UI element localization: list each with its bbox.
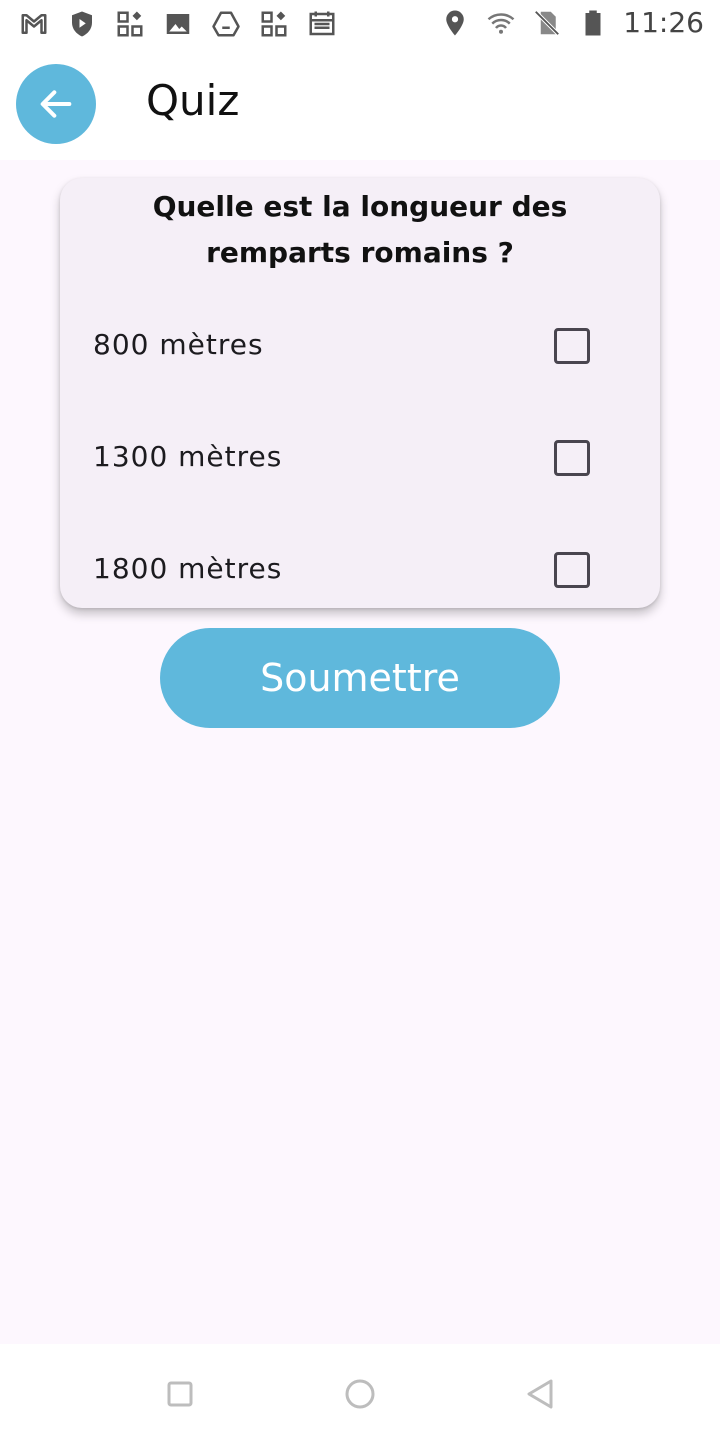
option-label: 1300 mètres	[93, 440, 283, 473]
question-card: Quelle est la longueur des remparts roma…	[60, 178, 660, 608]
calendar-icon	[306, 8, 338, 40]
wifi-icon	[485, 7, 517, 39]
shield-play-icon	[66, 8, 98, 40]
page-title: Quiz	[146, 76, 240, 125]
option-1800[interactable]: 1800 mètres	[60, 530, 660, 610]
status-time: 11:26	[623, 6, 704, 39]
location-icon	[439, 7, 471, 39]
back-button[interactable]	[16, 64, 96, 144]
back-triangle-icon[interactable]	[520, 1374, 560, 1414]
apps-icon-2	[258, 8, 290, 40]
option-checkbox[interactable]	[554, 440, 590, 476]
status-system-icons: 11:26	[439, 6, 704, 39]
option-label: 1800 mètres	[93, 552, 283, 585]
no-sim-icon	[531, 7, 563, 39]
option-label: 800 mètres	[93, 328, 264, 361]
option-1300[interactable]: 1300 mètres	[60, 418, 660, 498]
status-notification-icons	[18, 8, 338, 40]
recents-square-icon[interactable]	[160, 1374, 200, 1414]
app-bar: Quiz	[0, 52, 720, 160]
system-nav-bar	[0, 1344, 720, 1440]
arrow-back-icon	[40, 90, 72, 118]
gmail-icon	[18, 8, 50, 40]
option-800[interactable]: 800 mètres	[60, 306, 660, 386]
drive-icon	[210, 8, 242, 40]
submit-button[interactable]: Soumettre	[160, 628, 560, 728]
option-checkbox[interactable]	[554, 552, 590, 588]
image-icon	[162, 8, 194, 40]
option-checkbox[interactable]	[554, 328, 590, 364]
home-circle-icon[interactable]	[340, 1374, 380, 1414]
apps-icon	[114, 8, 146, 40]
question-text: Quelle est la longueur des remparts roma…	[152, 190, 568, 269]
quiz-content: Quelle est la longueur des remparts roma…	[0, 160, 720, 1344]
status-bar: 11:26	[0, 0, 720, 52]
battery-icon	[577, 7, 609, 39]
